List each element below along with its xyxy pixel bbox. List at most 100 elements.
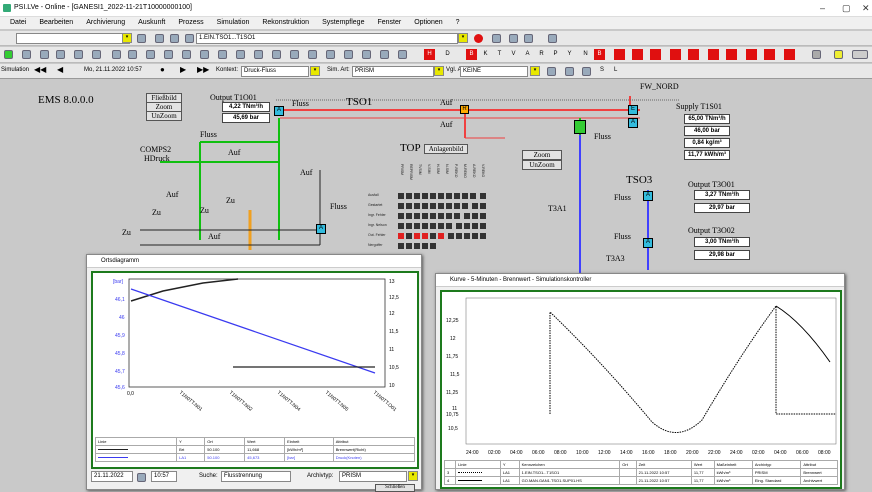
letter-k-button[interactable]: K — [480, 49, 491, 60]
menu-help[interactable]: ? — [456, 19, 460, 26]
tool-icon-6[interactable] — [128, 50, 137, 59]
tool-icon-11[interactable] — [218, 50, 227, 59]
node-a-supply[interactable]: A — [628, 118, 638, 128]
command-input[interactable] — [16, 33, 130, 44]
tool-icon-8[interactable] — [164, 50, 173, 59]
archivtyp-dropdown-icon[interactable]: ▾ — [408, 471, 418, 481]
red-button-3[interactable] — [650, 49, 661, 60]
maximize-icon[interactable]: ▢ — [842, 3, 851, 14]
sim-tool-icon-2[interactable] — [565, 67, 574, 76]
table-row[interactable]: Brt 50.100 11,668 [kWh/m³] Brennwert(Ric… — [94, 445, 416, 454]
menu-simulation[interactable]: Simulation — [217, 19, 250, 26]
node-e[interactable]: E — [628, 105, 638, 115]
akt-icon[interactable] — [852, 50, 868, 59]
menu-optionen[interactable]: Optionen — [414, 19, 442, 26]
red-button-6[interactable] — [708, 49, 719, 60]
tool-icon-21[interactable] — [398, 50, 407, 59]
tool-icon-4[interactable] — [509, 34, 518, 43]
red-button-7[interactable] — [726, 49, 737, 60]
red-button-9[interactable] — [764, 49, 775, 60]
letter-y-button[interactable]: Y — [564, 49, 575, 60]
letter-d-button[interactable]: D — [442, 49, 453, 60]
green-icon[interactable] — [4, 50, 13, 59]
menu-archivierung[interactable]: Archivierung — [86, 19, 125, 26]
vglart-select[interactable]: KEINE — [460, 66, 528, 77]
dropdown-icon[interactable]: ▾ — [122, 33, 132, 43]
open-icon[interactable] — [137, 34, 146, 43]
table-row[interactable]: LA1 50.100 45,673 [bar] Druck(Knoten) — [94, 453, 416, 462]
play-icon[interactable]: ▶ — [180, 65, 186, 74]
red-button-1[interactable] — [614, 49, 625, 60]
date-input[interactable]: 21.11.2022 — [91, 471, 133, 482]
nav-icon[interactable] — [22, 50, 31, 59]
table-row[interactable]: 4 LA1 GO.MAN.GAN1.TSO1.SUP01.HS 21.11.20… — [443, 476, 838, 485]
stop-icon[interactable] — [474, 34, 483, 43]
tool-icon[interactable] — [170, 34, 179, 43]
node-a-t3o01[interactable]: A — [643, 191, 653, 201]
vglart-dropdown-icon[interactable]: ▾ — [530, 66, 540, 76]
pointer-icon[interactable] — [112, 50, 121, 59]
tool-icon-2[interactable] — [185, 34, 194, 43]
tool-icon-12[interactable] — [236, 50, 245, 59]
letter-h-button[interactable]: H — [424, 49, 435, 60]
node-a-t1o01[interactable]: A — [274, 106, 284, 116]
object-field[interactable]: 1.EIN.TSO1...T1SO1 — [196, 33, 458, 44]
zoom-out-icon[interactable] — [56, 50, 65, 59]
tool-icon-3[interactable] — [492, 34, 501, 43]
letter-r-button[interactable]: R — [536, 49, 547, 60]
tool-icon-13[interactable] — [254, 50, 263, 59]
pointer-tool-icon[interactable] — [812, 50, 821, 59]
letter-b2-button[interactable]: B — [594, 49, 605, 60]
menu-prozess[interactable]: Prozess — [178, 19, 203, 26]
zoom-in-icon[interactable] — [40, 50, 49, 59]
l-button[interactable]: L — [614, 67, 617, 73]
minimize-icon[interactable]: – — [820, 3, 825, 13]
kontext-select[interactable]: Druck-Fluss — [241, 66, 309, 77]
zoom-fit-icon[interactable] — [74, 50, 83, 59]
fast-forward-icon[interactable]: ▶▶ — [197, 65, 209, 74]
calendar-icon[interactable] — [137, 473, 146, 482]
archivtyp-select[interactable]: PRISM — [339, 471, 407, 482]
help-icon[interactable] — [548, 34, 557, 43]
letter-a-button[interactable]: A — [522, 49, 533, 60]
menu-auskunft[interactable]: Auskunft — [138, 19, 165, 26]
sim-tool-icon-3[interactable] — [582, 67, 591, 76]
tool-icon-16[interactable] — [308, 50, 317, 59]
tool-icon-15[interactable] — [290, 50, 299, 59]
ortsdiagramm-window[interactable]: Ortsdiagramm [bar] 46,1 46 45,9 45,8 45,… — [86, 254, 422, 492]
rewind-icon[interactable]: ◀◀ — [34, 65, 46, 74]
menu-datei[interactable]: Datei — [10, 19, 26, 26]
copy-icon[interactable] — [155, 34, 164, 43]
red-button-5[interactable] — [688, 49, 699, 60]
tool-icon-5[interactable] — [524, 34, 533, 43]
simart-dropdown-icon[interactable]: ▾ — [434, 66, 444, 76]
close-icon[interactable]: ✕ — [862, 3, 870, 14]
tool-icon-17[interactable] — [326, 50, 335, 59]
table-row[interactable]: 3 LA1 1.EIN.TSO1...T1SO1 21.11.2022 10:5… — [443, 468, 838, 477]
letter-n-button[interactable]: N — [580, 49, 591, 60]
tool-icon-14[interactable] — [272, 50, 281, 59]
tool-icon-10[interactable] — [200, 50, 209, 59]
node-a-t3o02[interactable]: A — [643, 238, 653, 248]
red-button-2[interactable] — [632, 49, 643, 60]
node-a-left[interactable]: A — [316, 224, 326, 234]
record-icon[interactable]: ● — [160, 65, 165, 74]
menu-rekonstruktion[interactable]: Rekonstruktion — [262, 19, 309, 26]
red-button-4[interactable] — [670, 49, 681, 60]
step-back-icon[interactable]: ◀ — [57, 65, 63, 74]
tool-icon-19[interactable] — [362, 50, 371, 59]
simart-select[interactable]: PRISM — [352, 66, 434, 77]
tool-icon-7[interactable] — [146, 50, 155, 59]
letter-p-button[interactable]: P — [550, 49, 561, 60]
green-node[interactable] — [574, 120, 586, 134]
tool-icon-9[interactable] — [182, 50, 191, 59]
object-dropdown-icon[interactable]: ▾ — [458, 33, 468, 43]
node-r[interactable]: R — [460, 105, 469, 114]
letter-v-button[interactable]: V — [508, 49, 519, 60]
smile-icon[interactable] — [834, 50, 843, 59]
zoom-button-2[interactable]: Zoom — [522, 150, 562, 160]
red-button-10[interactable] — [784, 49, 795, 60]
menu-bearbeiten[interactable]: Bearbeiten — [39, 19, 73, 26]
letter-t-button[interactable]: T — [494, 49, 505, 60]
kontext-dropdown-icon[interactable]: ▾ — [310, 66, 320, 76]
